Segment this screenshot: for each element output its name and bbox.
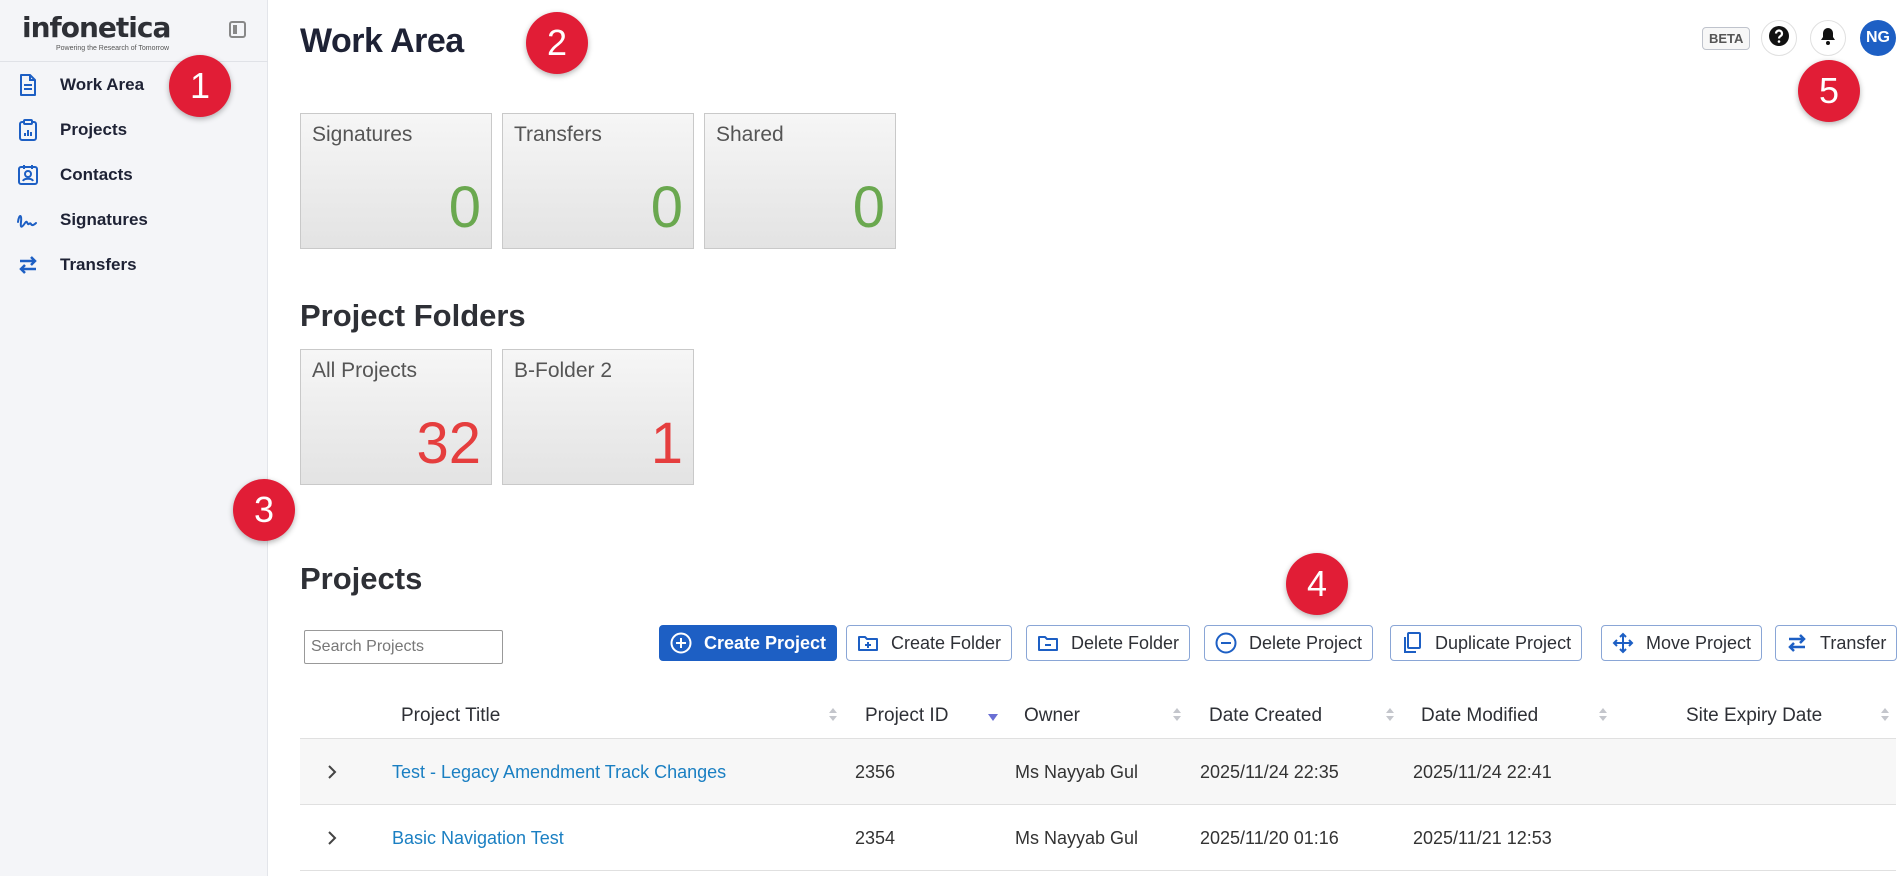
card-count: 0: [448, 175, 481, 240]
sidebar: infonetica Powering the Research of Tomo…: [0, 0, 268, 876]
delete-project-button[interactable]: Delete Project: [1204, 625, 1374, 661]
project-title-link[interactable]: Test - Legacy Amendment Track Changes: [392, 739, 726, 805]
card-count: 0: [650, 175, 683, 240]
contact-card-icon: [16, 163, 40, 187]
page-title: Work Area: [300, 22, 464, 60]
project-owner: Ms Nayyab Gul: [1015, 761, 1139, 782]
sidebar-item-contacts[interactable]: Contacts: [0, 152, 268, 197]
button-label: Move Project: [1646, 632, 1752, 653]
folder-card-all-projects[interactable]: All Projects 32: [300, 349, 492, 485]
annotation-marker: 2: [526, 12, 588, 74]
sidebar-item-label: Transfers: [60, 254, 137, 274]
annotation-marker: 1: [169, 55, 231, 117]
sort-icon[interactable]: [828, 707, 838, 723]
sidebar-item-label: Signatures: [60, 209, 148, 229]
help-icon: [1768, 25, 1790, 52]
search-projects-input[interactable]: [304, 630, 503, 664]
column-header-site-expiry-date[interactable]: Site Expiry Date: [1686, 692, 1822, 739]
project-id: 2356: [855, 761, 896, 782]
chevron-right-icon[interactable]: [322, 762, 342, 782]
create-project-button[interactable]: Create Project: [659, 625, 838, 661]
date-created: 2025/11/20 01:16: [1200, 827, 1339, 848]
infonetica-logo[interactable]: infonetica Powering the Research of Tomo…: [22, 12, 182, 56]
document-icon: [16, 73, 40, 97]
table-row[interactable]: Basic Navigation Test 2354 Ms Nayyab Gul…: [300, 805, 1896, 871]
sort-icon[interactable]: [1880, 707, 1890, 723]
column-header-project-id[interactable]: Project ID: [865, 692, 948, 739]
date-created: 2025/11/24 22:35: [1200, 761, 1339, 782]
sort-icon[interactable]: [1172, 707, 1182, 723]
sidebar-item-label: Work Area: [60, 74, 145, 94]
column-header-project-title[interactable]: Project Title: [401, 692, 500, 739]
column-header-date-modified[interactable]: Date Modified: [1421, 692, 1538, 739]
column-header-date-created[interactable]: Date Created: [1209, 692, 1322, 739]
button-label: Transfer: [1820, 632, 1887, 653]
card-label: Shared: [716, 123, 784, 146]
annotation-marker: 4: [1286, 553, 1348, 615]
projects-table: Project Title Project ID Owner Date Crea…: [300, 692, 1896, 871]
annotation-marker: 5: [1798, 60, 1860, 122]
button-label: Delete Project: [1249, 632, 1363, 653]
signatures-card[interactable]: Signatures 0: [300, 113, 492, 249]
signature-icon: [16, 208, 40, 232]
date-modified: 2025/11/21 12:53: [1413, 827, 1552, 848]
sidebar-item-label: Contacts: [60, 164, 133, 184]
user-avatar[interactable]: NG: [1860, 20, 1896, 56]
project-id: 2354: [855, 827, 896, 848]
sidebar-item-projects[interactable]: Projects: [0, 107, 268, 152]
table-header: Project Title Project ID Owner Date Crea…: [300, 692, 1896, 739]
chevron-right-icon[interactable]: [322, 828, 342, 848]
folder-card-b-folder-2[interactable]: B-Folder 2 1: [502, 349, 694, 485]
sort-desc-icon[interactable]: [988, 714, 998, 721]
transfers-card[interactable]: Transfers 0: [502, 113, 694, 249]
card-count: 0: [852, 175, 885, 240]
project-folders-title: Project Folders: [300, 298, 526, 333]
project-title-link[interactable]: Basic Navigation Test: [392, 805, 564, 871]
sidebar-item-transfers[interactable]: Transfers: [0, 242, 268, 287]
card-label: All Projects: [312, 359, 418, 382]
button-label: Duplicate Project: [1435, 632, 1572, 653]
card-label: Transfers: [514, 123, 602, 146]
sort-icon[interactable]: [1385, 707, 1395, 723]
copy-icon: [1401, 632, 1423, 654]
annotation-marker: 3: [233, 479, 295, 541]
shared-card[interactable]: Shared 0: [704, 113, 896, 249]
button-label: Create Project: [704, 632, 827, 653]
move-arrows-icon: [1612, 632, 1634, 654]
sort-icon[interactable]: [1598, 707, 1608, 723]
transfer-arrows-icon: [16, 253, 40, 277]
projects-title: Projects: [300, 561, 423, 596]
sidebar-item-label: Projects: [60, 119, 128, 139]
date-modified: 2025/11/24 22:41: [1413, 761, 1552, 782]
card-count: 32: [416, 411, 481, 476]
sidebar-collapse-icon[interactable]: [229, 21, 246, 38]
transfer-button[interactable]: Transfer: [1775, 625, 1898, 661]
clipboard-chart-icon: [16, 118, 40, 142]
create-folder-button[interactable]: Create Folder: [846, 625, 1013, 661]
notifications-button[interactable]: [1810, 20, 1846, 56]
folder-plus-icon: [857, 632, 879, 654]
beta-badge: BETA: [1702, 27, 1751, 50]
plus-circle-icon: [670, 632, 692, 654]
folder-minus-icon: [1037, 632, 1059, 654]
button-label: Create Folder: [891, 632, 1002, 653]
card-count: 1: [650, 411, 683, 476]
help-button[interactable]: [1761, 20, 1797, 56]
delete-folder-button[interactable]: Delete Folder: [1026, 625, 1191, 661]
logo-tagline: Powering the Research of Tomorrow: [56, 45, 170, 52]
move-project-button[interactable]: Move Project: [1601, 625, 1763, 661]
minus-circle-icon: [1215, 632, 1237, 654]
button-label: Delete Folder: [1071, 632, 1180, 653]
transfer-arrows-icon: [1786, 632, 1808, 654]
card-label: B-Folder 2: [514, 359, 613, 382]
logo-text: infonetica: [22, 11, 171, 44]
bell-icon: [1819, 26, 1837, 51]
duplicate-project-button[interactable]: Duplicate Project: [1390, 625, 1583, 661]
column-header-owner[interactable]: Owner: [1024, 692, 1080, 739]
sidebar-item-signatures[interactable]: Signatures: [0, 197, 268, 242]
project-owner: Ms Nayyab Gul: [1015, 827, 1139, 848]
card-label: Signatures: [312, 123, 413, 146]
table-row[interactable]: Test - Legacy Amendment Track Changes 23…: [300, 739, 1896, 805]
